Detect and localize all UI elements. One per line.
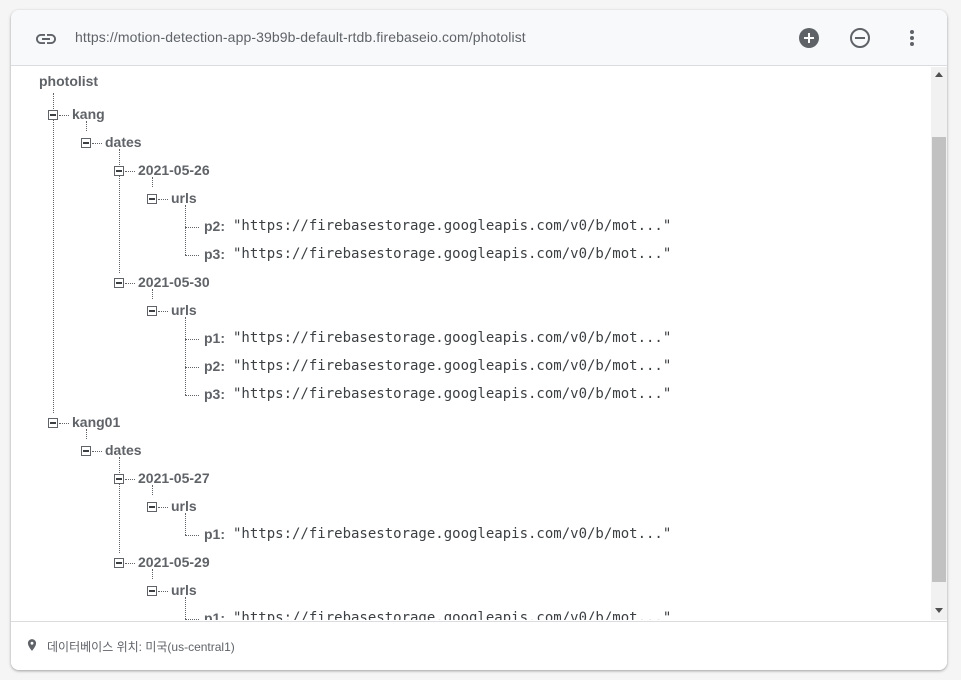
- node-key: kang: [72, 106, 105, 122]
- node-value[interactable]: "https://firebasestorage.googleapis.com/…: [233, 610, 671, 620]
- node-key: photolist: [39, 73, 99, 89]
- node-key: 2021-05-26: [138, 162, 210, 178]
- tree-connector: [158, 591, 168, 592]
- toolbar: https://motion-detection-app-39b9b-defau…: [11, 10, 947, 66]
- tree-node[interactable]: kang01: [11, 409, 311, 437]
- node-key: p1:: [204, 610, 225, 620]
- node-value[interactable]: "https://firebasestorage.googleapis.com/…: [233, 246, 671, 262]
- tree-connector: [185, 619, 199, 620]
- tree-connector: [125, 171, 135, 172]
- tree-connector: [185, 339, 199, 340]
- collapse-toggle-icon[interactable]: [147, 502, 157, 512]
- collapse-toggle-icon[interactable]: [114, 166, 124, 176]
- data-tree: photolist kang dates 2021-05-26 urls p2:…: [11, 67, 931, 620]
- tree-node[interactable]: 2021-05-29: [11, 549, 311, 577]
- tree-connector: [158, 199, 168, 200]
- add-circle-icon[interactable]: [797, 26, 821, 50]
- tree-leaf[interactable]: p2: "https://firebasestorage.googleapis.…: [11, 353, 711, 381]
- tree-connector: [158, 507, 168, 508]
- tree-node[interactable]: 2021-05-26: [11, 157, 311, 185]
- collapse-toggle-icon[interactable]: [147, 306, 157, 316]
- node-key: p3:: [204, 246, 225, 262]
- tree-leaf[interactable]: p3: "https://firebasestorage.googleapis.…: [11, 381, 711, 409]
- tree-node[interactable]: urls: [11, 577, 311, 605]
- tree-connector: [59, 423, 69, 424]
- tree-connector: [185, 227, 199, 228]
- tree-connector: [125, 563, 135, 564]
- tree-leaf[interactable]: p3: "https://firebasestorage.googleapis.…: [11, 241, 711, 269]
- node-key: dates: [105, 134, 142, 150]
- node-key: urls: [171, 190, 197, 206]
- node-key: urls: [171, 498, 197, 514]
- tree-connector: [185, 395, 199, 396]
- tree-leaf[interactable]: p1: "https://firebasestorage.googleapis.…: [11, 521, 711, 549]
- location-pin-icon: [27, 639, 37, 651]
- tree-node[interactable]: 2021-05-27: [11, 465, 311, 493]
- vertical-scrollbar[interactable]: [931, 67, 947, 620]
- footer: 데이터베이스 위치: 미국(us-central1): [11, 621, 947, 670]
- tree-node[interactable]: dates: [11, 129, 311, 157]
- collapse-toggle-icon[interactable]: [81, 446, 91, 456]
- node-key: dates: [105, 442, 142, 458]
- scroll-down-arrow-icon[interactable]: [935, 608, 943, 613]
- tree-leaf[interactable]: p2: "https://firebasestorage.googleapis.…: [11, 213, 711, 241]
- tree-node[interactable]: dates: [11, 437, 311, 465]
- tree-connector: [92, 451, 102, 452]
- node-key: 2021-05-27: [138, 470, 210, 486]
- tree-leaf[interactable]: p1: "https://firebasestorage.googleapis.…: [11, 325, 711, 353]
- node-value[interactable]: "https://firebasestorage.googleapis.com/…: [233, 218, 671, 234]
- node-key: p2:: [204, 358, 225, 374]
- tree-leaf[interactable]: p1: "https://firebasestorage.googleapis.…: [11, 605, 711, 620]
- tree-node[interactable]: urls: [11, 297, 311, 325]
- collapse-toggle-icon[interactable]: [81, 138, 91, 148]
- database-location: 데이터베이스 위치: 미국(us-central1): [47, 640, 235, 654]
- link-icon: [36, 34, 56, 44]
- remove-circle-icon[interactable]: [848, 26, 872, 50]
- node-value[interactable]: "https://firebasestorage.googleapis.com/…: [233, 526, 671, 542]
- node-value[interactable]: "https://firebasestorage.googleapis.com/…: [233, 330, 671, 346]
- collapse-toggle-icon[interactable]: [48, 110, 58, 120]
- tree-connector: [158, 311, 168, 312]
- node-key: p3:: [204, 386, 225, 402]
- node-key: p1:: [204, 330, 225, 346]
- collapse-toggle-icon[interactable]: [114, 558, 124, 568]
- node-value[interactable]: "https://firebasestorage.googleapis.com/…: [233, 358, 671, 374]
- collapse-toggle-icon[interactable]: [114, 278, 124, 288]
- database-url[interactable]: https://motion-detection-app-39b9b-defau…: [75, 29, 526, 45]
- scroll-up-arrow-icon[interactable]: [935, 72, 943, 77]
- more-vert-icon[interactable]: [900, 26, 924, 50]
- collapse-toggle-icon[interactable]: [147, 194, 157, 204]
- tree-node[interactable]: 2021-05-30: [11, 269, 311, 297]
- tree-connector: [125, 283, 135, 284]
- database-panel: https://motion-detection-app-39b9b-defau…: [11, 10, 947, 670]
- tree-connector: [185, 367, 199, 368]
- node-value[interactable]: "https://firebasestorage.googleapis.com/…: [233, 386, 671, 402]
- collapse-toggle-icon[interactable]: [48, 418, 58, 428]
- node-key: p1:: [204, 526, 225, 542]
- scrollbar-thumb[interactable]: [932, 137, 946, 582]
- node-key: 2021-05-29: [138, 554, 210, 570]
- tree-connector: [185, 255, 199, 256]
- tree-connector: [92, 143, 102, 144]
- node-key: p2:: [204, 218, 225, 234]
- collapse-toggle-icon[interactable]: [147, 586, 157, 596]
- tree-node[interactable]: kang: [11, 101, 311, 129]
- node-key: 2021-05-30: [138, 274, 210, 290]
- node-key: urls: [171, 582, 197, 598]
- node-key: urls: [171, 302, 197, 318]
- tree-node[interactable]: urls: [11, 493, 311, 521]
- tree-connector: [125, 479, 135, 480]
- collapse-toggle-icon[interactable]: [114, 474, 124, 484]
- tree-connector: [59, 115, 69, 116]
- node-key: kang01: [72, 414, 121, 430]
- tree-node[interactable]: urls: [11, 185, 311, 213]
- tree-connector: [185, 535, 199, 536]
